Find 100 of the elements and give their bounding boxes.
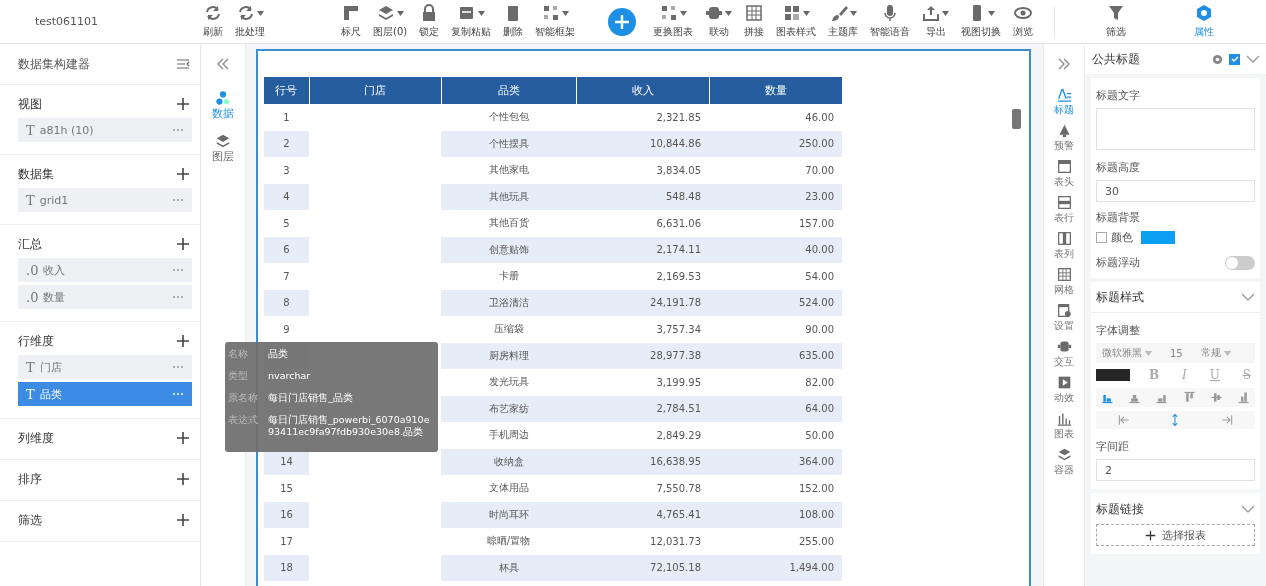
chevron-down-icon[interactable]	[1241, 505, 1255, 514]
property-tab[interactable]: 网格	[1054, 264, 1074, 300]
property-tab[interactable]: 预警	[1054, 120, 1074, 156]
field-item[interactable]: .0 数量	[18, 285, 192, 309]
grid-icon	[1056, 267, 1072, 282]
toolbar-button[interactable]: 刷新	[200, 4, 226, 39]
settings-icon[interactable]	[1212, 53, 1223, 65]
input-field[interactable]: 2	[1096, 459, 1255, 481]
column-header[interactable]: 行号	[264, 77, 309, 104]
field-item[interactable]: T 品类	[18, 382, 192, 406]
toolbar-button[interactable]: 删除	[500, 4, 527, 39]
toolbar-button[interactable]: 标尺	[338, 4, 364, 39]
scrollbar-thumb[interactable]	[1012, 109, 1021, 129]
property-tab[interactable]: 动效	[1054, 372, 1074, 408]
field-item[interactable]: T 门店	[18, 355, 192, 379]
chevron-down-icon[interactable]	[1246, 54, 1260, 64]
toolbar-button[interactable]: 拼接	[741, 4, 768, 39]
plus-icon[interactable]	[176, 513, 190, 527]
property-tab[interactable]: 容器	[1054, 444, 1074, 480]
arrow-right-icon[interactable]	[1220, 413, 1235, 427]
toolbar-button[interactable]: 图层(0)	[370, 4, 411, 39]
toolbar-button[interactable]: 智能语音	[867, 4, 914, 39]
more-icon[interactable]	[172, 128, 184, 132]
toolbar-button[interactable]: 更换图表	[650, 4, 697, 39]
more-icon[interactable]	[172, 392, 184, 396]
font-weight-select[interactable]: 常规	[1197, 346, 1234, 360]
plus-icon[interactable]	[176, 334, 190, 348]
font-size-select[interactable]: 15	[1167, 346, 1186, 360]
column-header[interactable]: 门店	[309, 77, 441, 104]
caret-icon	[849, 10, 857, 16]
section-title: 数据集	[18, 165, 54, 183]
table-cell: 250.00	[709, 130, 842, 157]
property-tab[interactable]: 交互	[1054, 336, 1074, 372]
checkbox[interactable]	[1229, 53, 1240, 65]
property-tab[interactable]: 标题	[1054, 84, 1074, 120]
more-icon[interactable]	[172, 198, 184, 202]
toolbar-button[interactable]: 图表样式	[773, 4, 820, 39]
plus-icon[interactable]	[176, 97, 190, 111]
field-item[interactable]: T grid1	[18, 188, 192, 212]
input-field[interactable]: 30	[1096, 180, 1255, 202]
property-tab[interactable]: 表行	[1054, 192, 1074, 228]
toolbar-button[interactable]: 主题库	[825, 4, 862, 39]
color-swatch[interactable]	[1096, 369, 1130, 381]
plus-icon[interactable]	[1145, 529, 1156, 541]
table-cell: 2	[264, 130, 309, 157]
more-icon[interactable]	[172, 268, 184, 272]
color-swatch[interactable]	[1141, 231, 1175, 244]
plus-icon[interactable]	[176, 167, 190, 181]
side-tab[interactable]: 图层	[212, 127, 234, 170]
more-icon[interactable]	[172, 365, 184, 369]
panel-title: 数据集构建器	[18, 55, 90, 73]
table-cell: 24,191.78	[576, 289, 709, 316]
add-button[interactable]	[608, 7, 637, 36]
column-header[interactable]: 收入	[576, 77, 709, 104]
table-cell: 16,638.95	[576, 448, 709, 475]
toolbar-button[interactable]: 浏览	[1010, 4, 1037, 39]
plus-icon[interactable]	[176, 431, 190, 445]
more-icon[interactable]	[172, 295, 184, 299]
toolbar-button[interactable]: 属性	[1191, 4, 1218, 39]
property-tab[interactable]: 设置	[1054, 300, 1074, 336]
refresh-icon	[236, 4, 255, 22]
collapse-menu-icon[interactable]	[176, 58, 190, 70]
plus-icon[interactable]	[176, 237, 190, 251]
collapse-left-icon[interactable]	[216, 58, 230, 70]
toolbar-button[interactable]: 视图切换	[958, 4, 1005, 39]
section-title: 行维度	[18, 332, 54, 350]
select-report-button[interactable]: 选择报表	[1096, 524, 1255, 546]
plus-icon[interactable]	[176, 472, 190, 486]
toggle-switch[interactable]	[1225, 255, 1255, 270]
toolbar-button[interactable]: 筛选	[1103, 4, 1130, 39]
table-cell: 64.00	[709, 395, 842, 422]
checkbox[interactable]	[1096, 232, 1107, 243]
toolbar-button[interactable]: 导出	[919, 4, 953, 39]
expand-right-icon[interactable]	[1057, 58, 1071, 70]
column-header[interactable]: 数量	[709, 77, 842, 104]
table-cell: 3,199.95	[576, 369, 709, 396]
toolbar-button[interactable]: 锁定	[416, 4, 443, 39]
chevron-down-icon[interactable]	[1241, 292, 1255, 302]
arrow-left-icon[interactable]	[1116, 413, 1131, 427]
field-type: .0	[26, 289, 39, 305]
caret-icon	[942, 10, 950, 16]
property-tab[interactable]: 表头	[1054, 156, 1074, 192]
table-cell: 压缩袋	[441, 316, 576, 343]
table-cell: 卫浴清洁	[441, 289, 576, 316]
toolbar-button[interactable]: 联动	[702, 4, 736, 39]
caret-icon	[679, 10, 687, 16]
caret-icon	[477, 10, 485, 16]
column-header[interactable]: 品类	[441, 77, 576, 104]
side-tab[interactable]: 数据	[212, 84, 234, 127]
frame-icon	[541, 4, 560, 22]
toolbar-button[interactable]: 批处理	[232, 4, 268, 39]
property-tab[interactable]: 图表	[1054, 408, 1074, 444]
property-tab[interactable]: 表列	[1054, 228, 1074, 264]
toolbar-button[interactable]: 智能框架	[532, 4, 579, 39]
field-item[interactable]: .0 收入	[18, 258, 192, 282]
section-title: 汇总	[18, 235, 42, 253]
field-item[interactable]: T a81h (10)	[18, 118, 192, 142]
font-family-select[interactable]: 微软雅黑	[1099, 346, 1155, 360]
toolbar-button[interactable]: 复制粘贴	[448, 4, 495, 39]
table-cell: 10,844.86	[576, 130, 709, 157]
